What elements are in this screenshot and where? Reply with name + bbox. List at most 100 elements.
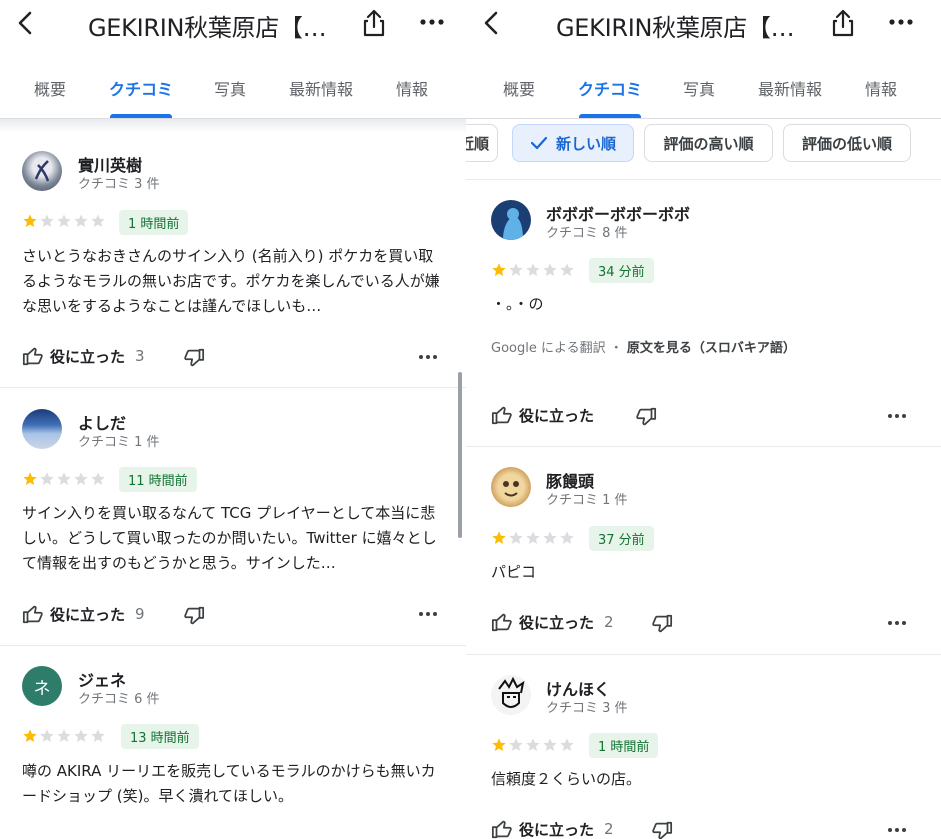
avatar[interactable] (22, 409, 62, 449)
back-arrow-icon[interactable] (12, 9, 40, 37)
helpful-label: 役に立った (50, 347, 126, 366)
star-icon (22, 471, 38, 487)
translation-prefix: Google による翻訳 ・ (491, 341, 623, 356)
tab-updates[interactable]: 最新情報 (289, 76, 353, 100)
star-icon (559, 530, 575, 546)
avatar[interactable]: ネ (22, 666, 62, 706)
avatar[interactable] (22, 151, 62, 191)
helpful-button[interactable]: 役に立った 2 (491, 611, 614, 633)
thumbs-down-icon[interactable] (651, 820, 673, 839)
share-icon[interactable] (829, 8, 857, 38)
star-icon (39, 213, 55, 229)
sort-chip-lowest[interactable]: 評価の低い順 (783, 124, 911, 162)
see-original-link[interactable]: 原文を見る（スロバキア語） (627, 341, 796, 356)
star-rating (22, 213, 106, 229)
time-badge: 1 時間前 (589, 733, 659, 758)
helpful-button[interactable]: 役に立った 3 (22, 345, 145, 367)
star-icon (73, 471, 89, 487)
app-header: GEKIRIN秋葉原店【… (466, 0, 941, 50)
star-icon (525, 262, 541, 278)
sort-chip-newest[interactable]: 新しい順 (512, 124, 634, 162)
thumbs-up-icon (491, 611, 513, 633)
time-badge: 37 分前 (589, 526, 654, 551)
divider (466, 179, 941, 180)
more-horizontal-icon[interactable] (887, 10, 915, 34)
helpful-label: 役に立った (519, 406, 595, 425)
avatar[interactable] (491, 675, 531, 715)
tab-bar: 概要 クチコミ 写真 最新情報 情報 (466, 62, 941, 119)
tab-overview[interactable]: 概要 (34, 76, 66, 100)
review-text[interactable]: サイン入りを買い取るなんて TCG プレイヤーとして本当に悲しい。どうして買い取… (22, 501, 444, 576)
right-panel: GEKIRIN秋葉原店【… 概要 クチコミ 写真 最新情報 情報 近順 新しい順… (466, 0, 941, 839)
star-icon (22, 728, 38, 744)
star-icon (73, 728, 89, 744)
helpful-button[interactable]: 役に立った 2 (491, 818, 614, 839)
review-count: クチコミ 1 件 (78, 435, 160, 450)
star-icon (525, 530, 541, 546)
tab-updates[interactable]: 最新情報 (758, 76, 822, 100)
time-badge: 34 分前 (589, 258, 654, 283)
more-options-icon[interactable] (887, 826, 907, 834)
page-title: GEKIRIN秋葉原店【… (88, 14, 327, 42)
tab-reviews[interactable]: クチコミ (109, 76, 173, 100)
star-icon (39, 471, 55, 487)
more-options-icon[interactable] (418, 610, 438, 618)
review-text[interactable]: 信頼度２くらいの店。 (491, 767, 911, 792)
tab-photos[interactable]: 写真 (683, 76, 715, 100)
helpful-label: 役に立った (519, 820, 595, 839)
translation-note: Google による翻訳 ・ 原文を見る（スロバキア語） (491, 337, 796, 356)
more-options-icon[interactable] (418, 353, 438, 361)
thumbs-down-icon[interactable] (635, 406, 657, 428)
helpful-count: 2 (604, 613, 614, 631)
star-icon (90, 728, 106, 744)
helpful-button[interactable]: 役に立った (491, 404, 594, 426)
more-horizontal-icon[interactable] (418, 10, 446, 34)
review-count: クチコミ 1 件 (546, 493, 628, 508)
avatar[interactable] (491, 467, 531, 507)
thumbs-down-icon[interactable] (183, 347, 205, 369)
review-count: クチコミ 8 件 (546, 226, 628, 241)
star-icon (542, 737, 558, 753)
helpful-count: 2 (604, 820, 614, 838)
review-text[interactable]: さいとうなおきさんのサイン入り (名前入り) ポケカを買い取るようなモラルの無い… (22, 244, 444, 319)
sort-chip-highest[interactable]: 評価の高い順 (644, 124, 773, 162)
review-text[interactable]: 噂の AKIRA リーリエを販売しているモラルのかけらも無いカードショップ (笑… (22, 759, 444, 809)
sort-chip-relevance[interactable]: 近順 (466, 124, 498, 162)
tab-overview[interactable]: 概要 (503, 76, 535, 100)
star-icon (491, 530, 507, 546)
time-badge: 1 時間前 (119, 210, 189, 235)
star-rating (491, 262, 575, 278)
avatar[interactable] (491, 200, 531, 240)
review-text[interactable]: パピコ (491, 560, 911, 585)
star-icon (542, 262, 558, 278)
thumbs-down-icon[interactable] (183, 605, 205, 627)
review-text[interactable]: ・。・の (491, 292, 911, 317)
star-icon (542, 530, 558, 546)
active-tab-indicator (579, 114, 641, 118)
tab-info[interactable]: 情報 (396, 76, 428, 100)
app-header: GEKIRIN秋葉原店【… (0, 0, 466, 50)
page-title: GEKIRIN秋葉原店【… (556, 14, 795, 42)
time-badge: 11 時間前 (119, 467, 197, 492)
more-options-icon[interactable] (887, 619, 907, 627)
star-icon (90, 213, 106, 229)
sort-chip-label: 新しい順 (555, 134, 616, 153)
star-icon (39, 728, 55, 744)
thumbs-down-icon[interactable] (651, 613, 673, 635)
more-options-icon[interactable] (887, 412, 907, 420)
star-rating (22, 471, 106, 487)
star-rating (22, 728, 106, 744)
review-count: クチコミ 3 件 (78, 177, 160, 192)
helpful-button[interactable]: 役に立った 9 (22, 603, 145, 625)
thumbs-up-icon (491, 818, 513, 839)
divider (0, 387, 466, 388)
star-icon (22, 213, 38, 229)
back-arrow-icon[interactable] (478, 9, 506, 37)
scrollbar[interactable] (458, 372, 462, 538)
share-icon[interactable] (360, 8, 388, 38)
tab-info[interactable]: 情報 (865, 76, 897, 100)
helpful-label: 役に立った (519, 613, 595, 632)
thumbs-up-icon (22, 345, 44, 367)
tab-photos[interactable]: 写真 (214, 76, 246, 100)
tab-reviews[interactable]: クチコミ (578, 76, 642, 100)
